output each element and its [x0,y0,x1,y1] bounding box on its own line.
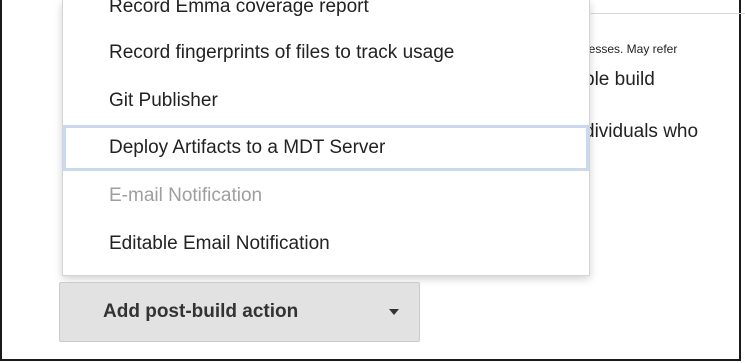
menu-item-deploy-artifacts-mdt[interactable]: Deploy Artifacts to a MDT Server [63,125,589,171]
background-text-line-1: ble build [584,69,655,90]
menu-item-git-publisher[interactable]: Git Publisher [63,78,589,124]
add-post-build-action-button[interactable]: Add post-build action [59,282,420,342]
window-frame: lresses. May refer ble build dividuals w… [0,0,745,361]
post-build-action-menu: Record Emma coverage report Record finge… [62,0,590,276]
section-divider [591,13,745,14]
background-text-line-2: dividuals who [584,121,699,142]
caret-down-icon [389,309,399,315]
add-post-build-action-label: Add post-build action [103,301,299,322]
menu-item-record-fingerprints[interactable]: Record fingerprints of files to track us… [63,30,589,76]
menu-item-email-notification: E-mail Notification [109,185,263,206]
help-text-snippet: lresses. May refer [582,42,678,56]
menu-item-emma-coverage[interactable]: Record Emma coverage report [63,0,589,30]
menu-item-editable-email-notification[interactable]: Editable Email Notification [63,221,589,267]
